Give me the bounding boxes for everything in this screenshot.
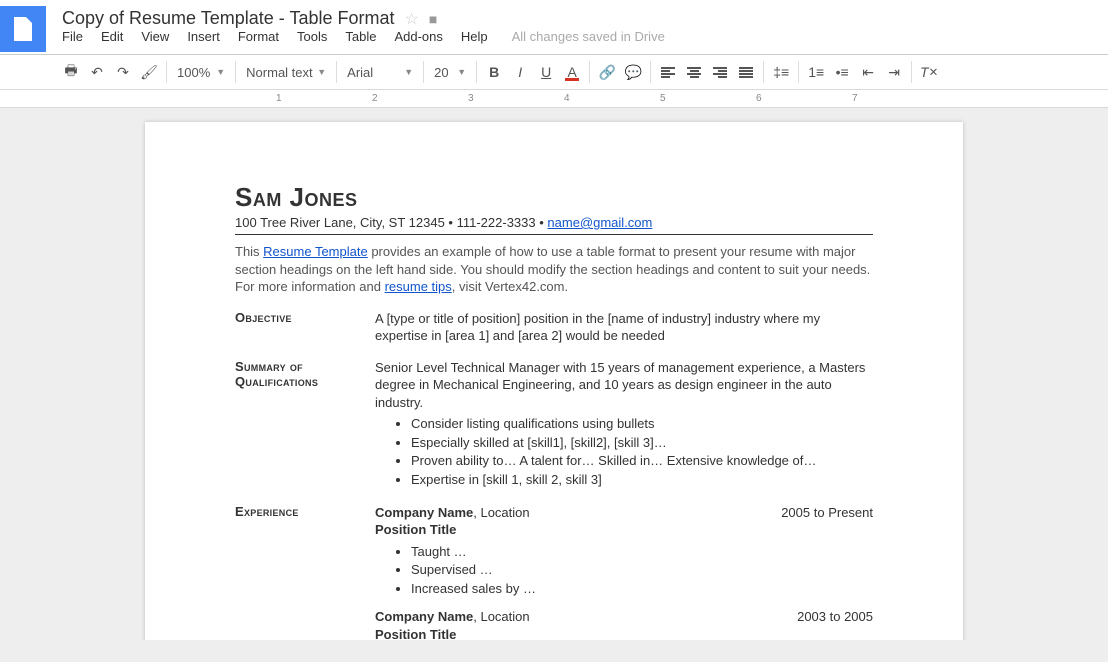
- undo-icon[interactable]: ↶: [84, 59, 110, 85]
- section-experience-body[interactable]: Company Name, Location 2005 to Present P…: [375, 504, 873, 640]
- document-page[interactable]: Sam Jones 100 Tree River Lane, City, ST …: [145, 122, 963, 640]
- menu-view[interactable]: View: [141, 29, 169, 44]
- zoom-select[interactable]: 100%▼: [171, 59, 231, 85]
- menu-file[interactable]: File: [62, 29, 83, 44]
- clear-formatting-icon[interactable]: T✕: [916, 59, 942, 85]
- insert-link-icon[interactable]: 🔗: [594, 59, 620, 85]
- doc-title[interactable]: Copy of Resume Template - Table Format: [62, 8, 394, 29]
- print-icon[interactable]: 🖶: [58, 59, 84, 85]
- align-right-icon[interactable]: [707, 59, 733, 85]
- section-objective-label[interactable]: Objective: [235, 310, 375, 345]
- resume-intro[interactable]: This Resume Template provides an example…: [235, 243, 873, 296]
- underline-icon[interactable]: U: [533, 59, 559, 85]
- section-experience-label[interactable]: Experience: [235, 504, 375, 640]
- folder-icon[interactable]: ■: [429, 11, 437, 27]
- section-objective-body[interactable]: A [type or title of position] position i…: [375, 310, 873, 345]
- section-summary-body[interactable]: Senior Level Technical Manager with 15 y…: [375, 359, 873, 490]
- bulleted-list-icon[interactable]: •≡: [829, 59, 855, 85]
- resume-name[interactable]: Sam Jones: [235, 182, 873, 213]
- indent-decrease-icon[interactable]: ⇤: [855, 59, 881, 85]
- list-item[interactable]: Increased sales by …: [411, 580, 873, 598]
- menu-table[interactable]: Table: [345, 29, 376, 44]
- section-summary-label[interactable]: Summary of Qualifications: [235, 359, 375, 490]
- menu-help[interactable]: Help: [461, 29, 488, 44]
- insert-comment-icon[interactable]: 💬: [620, 59, 646, 85]
- list-item[interactable]: Taught …: [411, 543, 873, 561]
- style-select[interactable]: Normal text▼: [240, 59, 332, 85]
- menu-addons[interactable]: Add-ons: [394, 29, 442, 44]
- job-title[interactable]: Position Title: [375, 521, 873, 539]
- star-icon[interactable]: ☆: [404, 9, 418, 29]
- menu-edit[interactable]: Edit: [101, 29, 123, 44]
- save-status: All changes saved in Drive: [512, 29, 665, 44]
- docs-home-icon[interactable]: [0, 6, 46, 52]
- line-spacing-icon[interactable]: ‡≡: [768, 59, 794, 85]
- workspace: Sam Jones 100 Tree River Lane, City, ST …: [0, 108, 1108, 640]
- text-color-icon[interactable]: A: [559, 59, 585, 85]
- list-item[interactable]: Supervised …: [411, 561, 873, 579]
- resume-tips-link[interactable]: resume tips: [385, 279, 452, 294]
- align-justify-icon[interactable]: [733, 59, 759, 85]
- align-left-icon[interactable]: [655, 59, 681, 85]
- italic-icon[interactable]: I: [507, 59, 533, 85]
- fontsize-select[interactable]: 20▼: [428, 59, 472, 85]
- resume-email-link[interactable]: name@gmail.com: [547, 215, 652, 230]
- menu-tools[interactable]: Tools: [297, 29, 327, 44]
- list-item[interactable]: Proven ability to… A talent for… Skilled…: [411, 452, 873, 470]
- list-item[interactable]: Consider listing qualifications using bu…: [411, 415, 873, 433]
- bold-icon[interactable]: B: [481, 59, 507, 85]
- align-center-icon[interactable]: [681, 59, 707, 85]
- toolbar: 🖶 ↶ ↷ 🖌 100%▼ Normal text▼ Arial▼ 20▼ B …: [0, 55, 1108, 90]
- paint-format-icon[interactable]: 🖌: [136, 59, 162, 85]
- numbered-list-icon[interactable]: 1≡: [803, 59, 829, 85]
- indent-increase-icon[interactable]: ⇥: [881, 59, 907, 85]
- redo-icon[interactable]: ↷: [110, 59, 136, 85]
- ruler[interactable]: 1 2 3 4 5 6 7: [0, 90, 1108, 108]
- job-dates[interactable]: 2005 to Present: [781, 504, 873, 522]
- divider: [235, 234, 873, 235]
- resume-contact[interactable]: 100 Tree River Lane, City, ST 12345 • 11…: [235, 215, 873, 230]
- job-title[interactable]: Position Title: [375, 626, 873, 640]
- job-dates[interactable]: 2003 to 2005: [797, 608, 873, 626]
- menu-format[interactable]: Format: [238, 29, 279, 44]
- list-item[interactable]: Expertise in [skill 1, skill 2, skill 3]: [411, 471, 873, 489]
- list-item[interactable]: Especially skilled at [skill1], [skill2]…: [411, 434, 873, 452]
- resume-template-link[interactable]: Resume Template: [263, 244, 368, 259]
- menu-insert[interactable]: Insert: [187, 29, 220, 44]
- font-select[interactable]: Arial▼: [341, 59, 419, 85]
